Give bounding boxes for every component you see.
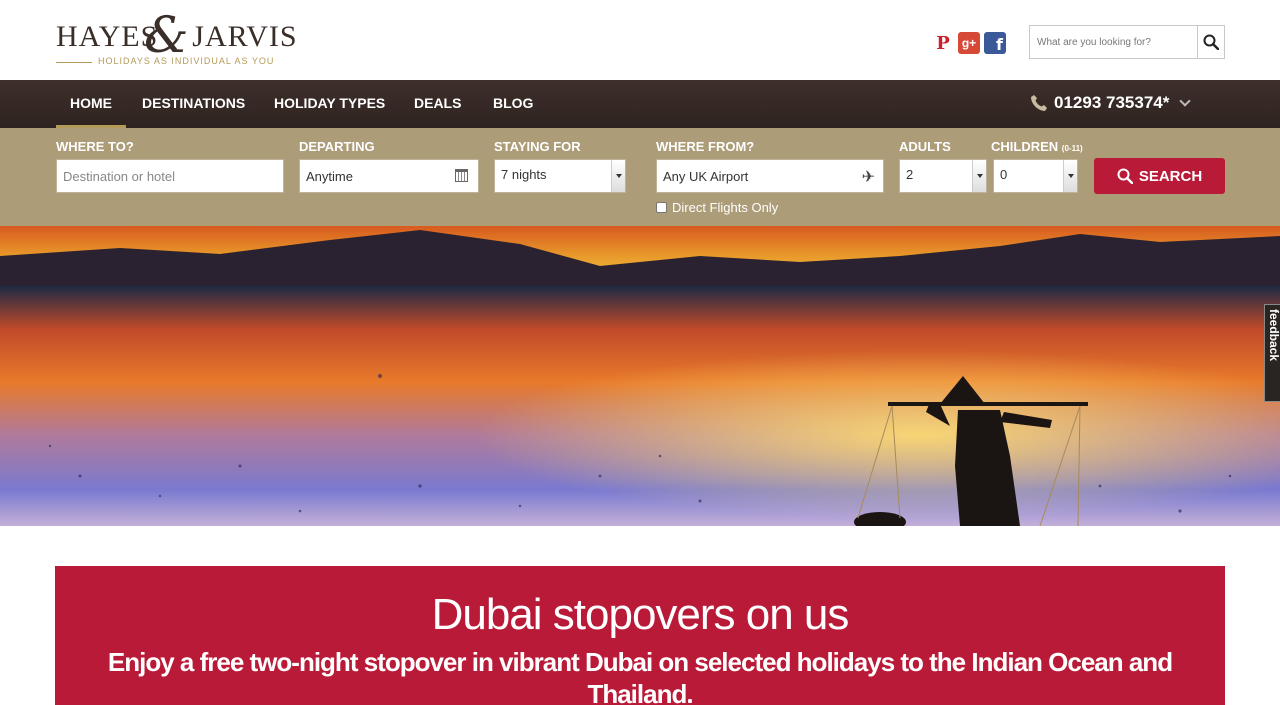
where-from-label: WHERE FROM? [656, 139, 755, 154]
hero-image [0, 226, 1280, 526]
promo-title: Dubai stopovers on us [431, 590, 850, 639]
calendar-icon[interactable] [455, 169, 468, 182]
direct-flights-checkbox[interactable] [656, 202, 667, 213]
phone-icon [1031, 95, 1047, 111]
site-search [1029, 25, 1225, 59]
children-select[interactable]: 0 [993, 159, 1078, 193]
site-search-button[interactable] [1197, 26, 1224, 58]
google-plus-icon[interactable]: g+ [958, 32, 980, 54]
search-button-label: SEARCH [1138, 167, 1203, 185]
nav-item-deals[interactable]: DEALS [414, 80, 461, 128]
departing-date-field[interactable]: Anytime [299, 159, 479, 193]
children-label: CHILDREN (0-11) [991, 139, 1083, 154]
nav-item-destinations[interactable]: DESTINATIONS [142, 80, 245, 128]
nav-item-holiday-types[interactable]: HOLIDAY TYPES [274, 80, 385, 128]
logo-rule [56, 62, 92, 63]
departing-value: Anytime [306, 168, 353, 184]
direct-flights-option[interactable]: Direct Flights Only [656, 200, 778, 215]
search-button[interactable]: SEARCH [1094, 158, 1225, 194]
staying-for-select[interactable]: 7 nights [494, 159, 626, 193]
logo-tagline: HOLIDAYS AS INDIVIDUAL AS YOU [98, 56, 275, 66]
direct-flights-label: Direct Flights Only [672, 200, 779, 215]
chevron-down-icon[interactable] [1179, 95, 1192, 107]
site-header: HAYES JARVIS & HOLIDAYS AS INDIVIDUAL AS … [0, 0, 1280, 80]
adults-select[interactable]: 2 [899, 159, 987, 193]
departing-label: DEPARTING [299, 139, 375, 154]
brand-logo[interactable]: HAYES JARVIS & HOLIDAYS AS INDIVIDUAL AS … [56, 6, 297, 70]
feedback-tab[interactable]: feedback [1264, 304, 1280, 402]
staying-for-value: 7 nights [501, 167, 547, 182]
nav-item-blog[interactable]: BLOG [493, 80, 533, 128]
logo-name-right: JARVIS [192, 20, 298, 53]
feedback-tab-label: feedback [1267, 309, 1280, 362]
where-from-value: Any UK Airport [663, 168, 749, 184]
logo-name-left: HAYES [56, 20, 159, 53]
pinterest-glyph: P [936, 32, 950, 54]
main-nav: HOME DESTINATIONS HOLIDAY TYPES DEALS BL… [0, 80, 1280, 128]
search-icon [1117, 168, 1133, 184]
phone-number[interactable]: 01293 735374* [1030, 93, 1192, 113]
chevron-down-icon [972, 160, 986, 192]
where-from-input[interactable]: Any UK Airport ✈ [656, 159, 884, 193]
children-label-text: CHILDREN [991, 139, 1059, 154]
children-age-range: (0-11) [1061, 144, 1083, 153]
adults-label: ADULTS [899, 139, 951, 154]
staying-for-label: STAYING FOR [494, 139, 581, 154]
children-value: 0 [1000, 167, 1008, 182]
nav-item-home[interactable]: HOME [56, 80, 126, 128]
promo-banner[interactable]: Dubai stopovers on us Enjoy a free two-n… [55, 566, 1225, 705]
site-search-input[interactable] [1030, 26, 1198, 58]
search-icon [1203, 34, 1219, 50]
where-to-label: WHERE TO? [56, 139, 134, 154]
facebook-glyph: f [996, 35, 1003, 54]
where-to-input[interactable]: Destination or hotel [56, 159, 284, 193]
pinterest-icon[interactable]: P [932, 32, 954, 54]
holiday-search-panel: WHERE TO? Destination or hotel DEPARTING… [0, 128, 1280, 226]
gplus-glyph: g+ [961, 36, 977, 50]
chevron-down-icon [1063, 160, 1077, 192]
plane-icon: ✈ [861, 169, 875, 186]
adults-value: 2 [906, 167, 914, 182]
facebook-icon[interactable]: f [984, 32, 1006, 54]
phone-number-text: 01293 735374* [1054, 93, 1170, 112]
promo-subtitle: Enjoy a free two-night stopover in vibra… [107, 647, 1173, 705]
chevron-down-icon [611, 160, 625, 192]
hero-sunset-scene [0, 226, 1280, 526]
